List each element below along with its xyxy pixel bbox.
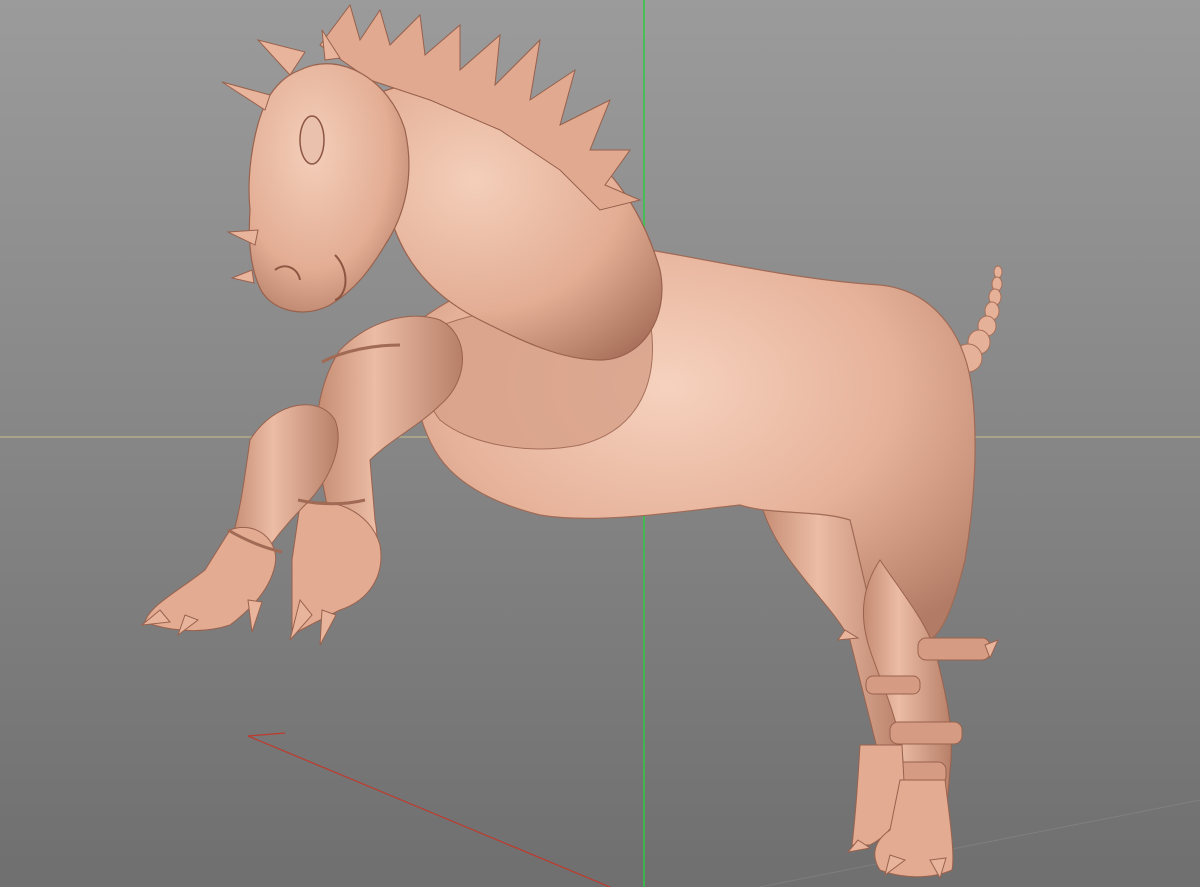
3d-viewport[interactable] [0,0,1200,887]
x-axis-line [247,735,611,887]
horse-model[interactable] [140,3,1003,880]
horse-eye [299,115,325,165]
x-axis-tick [247,732,286,737]
scene [0,0,1200,887]
horse-head [248,63,410,313]
